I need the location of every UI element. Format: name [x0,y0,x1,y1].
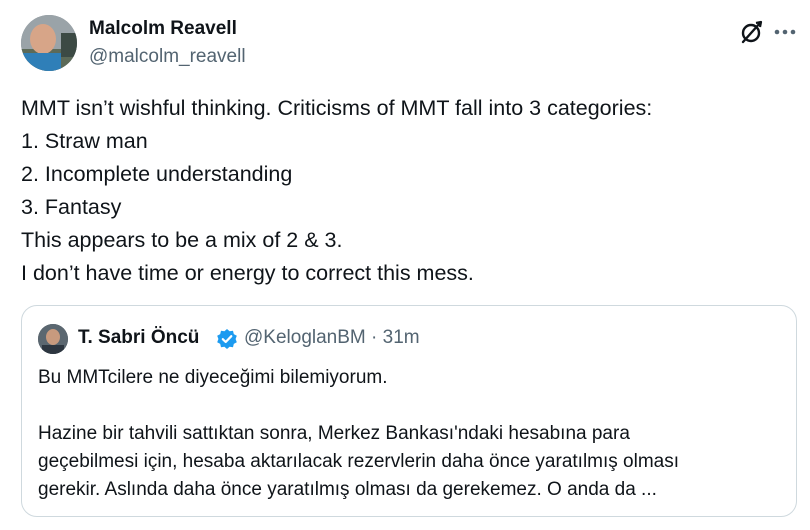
tweet-line: 1. Straw man [21,129,148,153]
quoted-line: geçebilmesi için, hesaba aktarılacak rez… [38,451,680,472]
quoted-line: Bu MMTcilere ne diyeceğimi bilemiyorum. [38,367,388,388]
author-avatar[interactable] [21,15,77,71]
quoted-author-handle[interactable]: @KeloglanBM [244,327,366,348]
quoted-line: Hazine bir tahvili sattıktan sonra, Merk… [38,423,630,444]
author-name[interactable]: Malcolm Reavell [89,18,237,40]
author-handle[interactable]: @malcolm_reavell [89,46,246,68]
quoted-timestamp[interactable]: 31m [383,327,420,348]
quoted-author-avatar[interactable] [38,324,68,354]
quoted-author-name[interactable]: T. Sabri Öncü [78,327,199,349]
tweet-line: I don’t have time or energy to correct t… [21,261,474,285]
quoted-tweet-card[interactable]: T. Sabri Öncü @KeloglanBM · 31m Bu MMTci… [21,305,797,517]
tweet-line: 3. Fantasy [21,195,122,219]
tweet-line: 2. Incomplete understanding [21,162,293,186]
quoted-meta: @KeloglanBM · 31m [244,327,420,349]
verified-badge-icon [217,329,237,349]
grok-icon[interactable] [738,19,764,45]
quoted-tweet-text: Bu MMTcilere ne diyeceğimi bilemiyorum. … [38,364,788,504]
quoted-line: gerekir. Aslında daha önce yaratılmış ol… [38,479,657,500]
tweet-line: This appears to be a mix of 2 & 3. [21,228,343,252]
more-dots-icon[interactable] [774,29,796,35]
tweet-line: MMT isn’t wishful thinking. Criticisms o… [21,96,653,120]
tweet-text: MMT isn’t wishful thinking. Criticisms o… [21,92,652,290]
meta-separator: · [371,327,378,348]
